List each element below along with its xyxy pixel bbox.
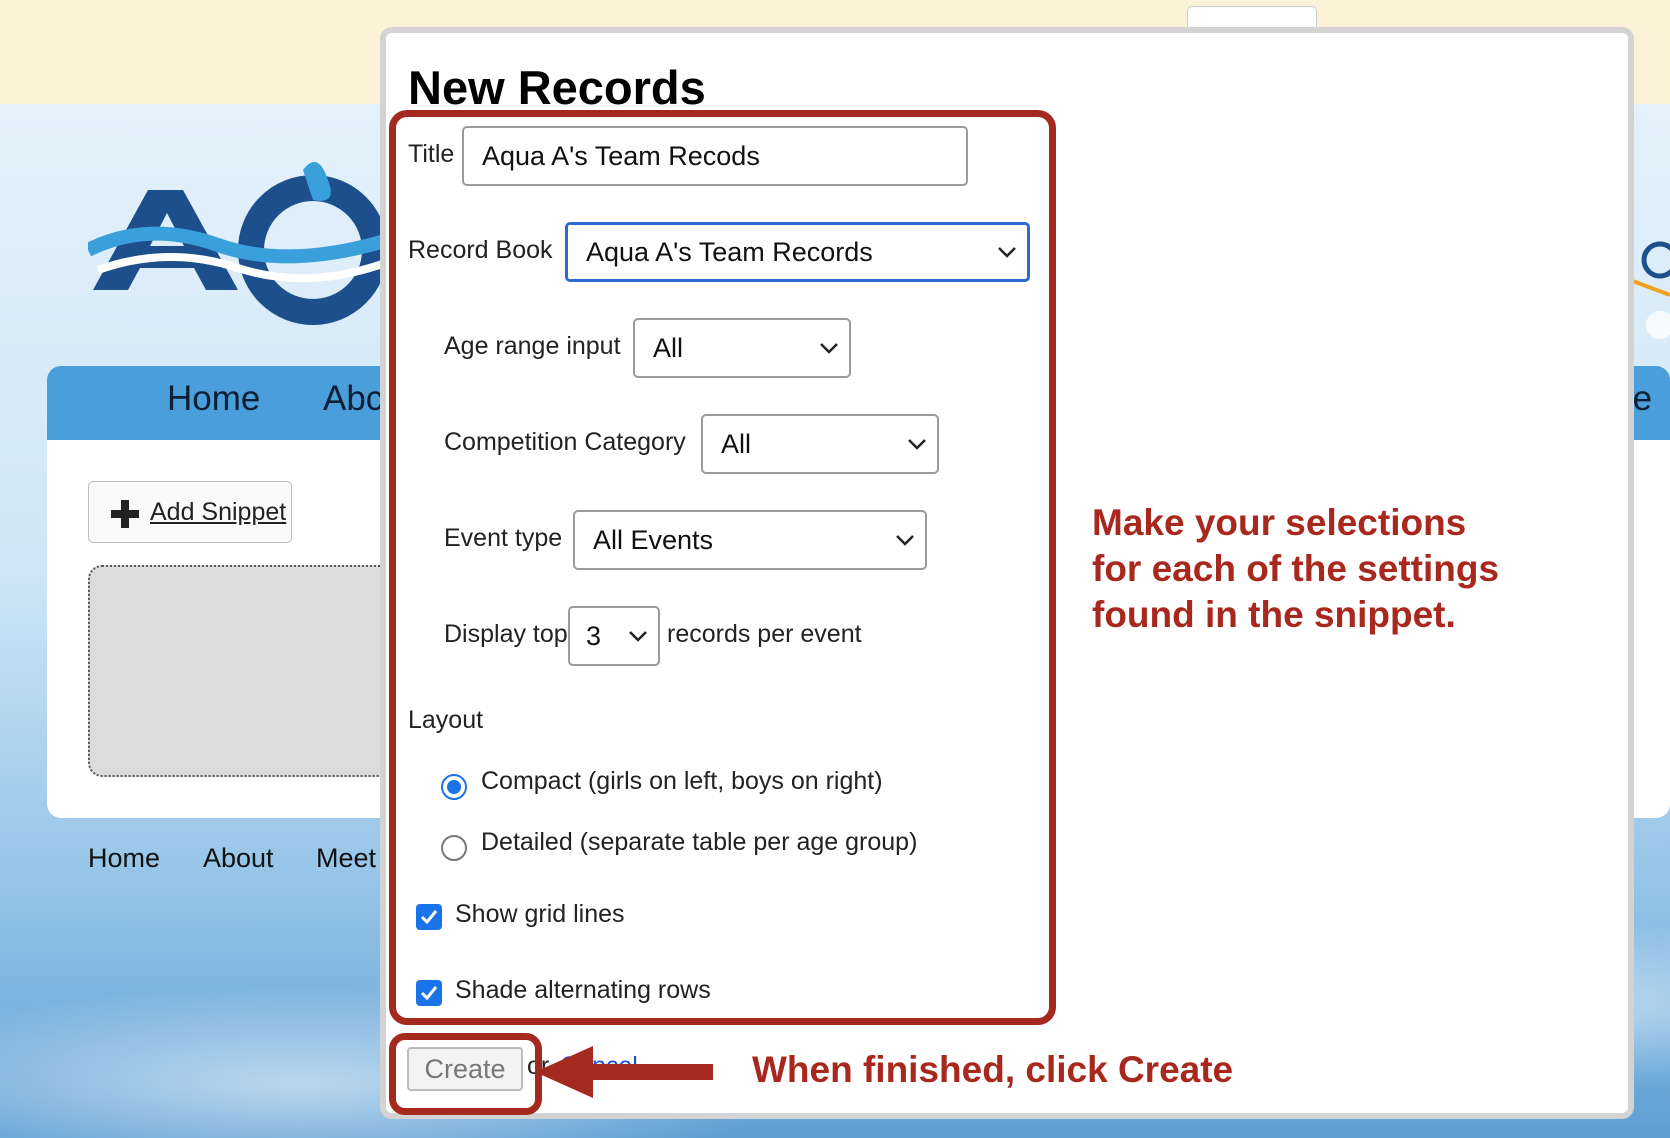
snippet-drop-area [88,565,418,777]
dialog-title: New Records [408,61,706,114]
create-note: When finished, click Create [752,1049,1234,1090]
arrow-left-icon [535,1046,713,1098]
nav-home[interactable]: Home [167,379,260,419]
footer-link-about[interactable]: About [203,843,274,874]
add-snippet-button[interactable]: Add Snippet [88,481,292,543]
side-decoration [1630,241,1670,339]
footer-link-meets[interactable]: Meet [316,843,376,874]
settings-note-line: for each of the settings [1092,548,1500,589]
settings-highlight-box [389,110,1056,1025]
plus-icon [111,500,139,528]
aqua-logo [88,162,388,325]
nav-about[interactable]: Abc [323,379,383,419]
settings-note-line: found in the snippet. [1092,594,1456,635]
settings-note: Make your selections for each of the set… [1092,500,1499,638]
footer-link-home[interactable]: Home [88,843,160,874]
settings-note-line: Make your selections [1092,502,1467,543]
add-snippet-label: Add Snippet [150,498,287,526]
create-highlight-box [389,1033,542,1115]
